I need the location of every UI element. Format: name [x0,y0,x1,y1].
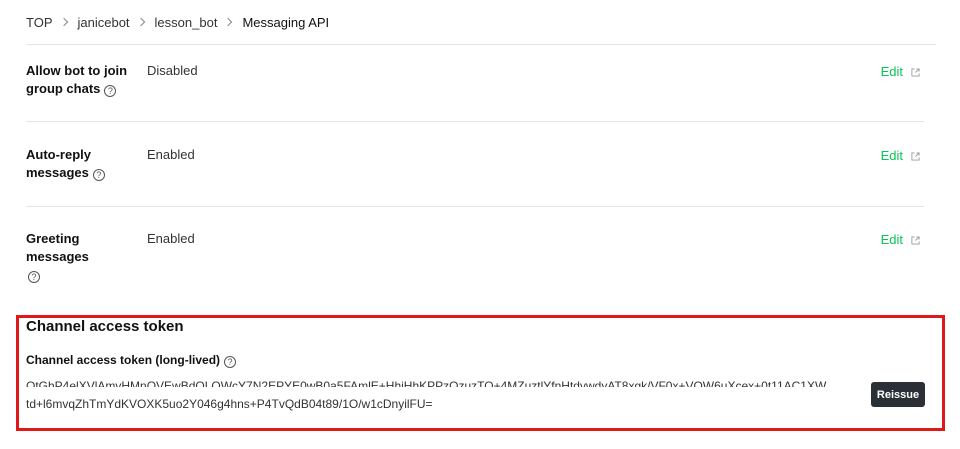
chevron-right-icon [59,17,68,27]
breadcrumb-provider[interactable]: janicebot [78,15,130,30]
setting-value: Disabled [147,63,198,78]
setting-row-greeting: Greeting messages? Enabled Edit [26,230,924,283]
setting-row-group-chats: Allow bot to join group chats? Disabled … [26,62,924,112]
divider [26,206,924,207]
edit-group-chats-link[interactable]: Edit [881,63,920,81]
edit-greeting-link[interactable]: Edit [881,231,920,249]
edit-label: Edit [880,64,903,79]
breadcrumb-current: Messaging API [242,14,330,30]
channel-access-token-section: Channel access token Channel access toke… [16,315,945,431]
question-circle-icon[interactable]: ? [104,85,117,97]
chevron-right-icon [136,17,145,27]
setting-row-auto-reply: Auto-reply messages? Enabled Edit [26,146,924,196]
setting-value: Enabled [147,231,195,246]
breadcrumb-top[interactable]: TOP [26,15,53,30]
setting-value: Enabled [147,147,195,162]
token-line-1: OtGhP4elXVlAmvHMnOVEwBdOLOWcY7N2EPYE0wB0… [26,379,827,387]
edit-label: Edit [880,148,903,163]
edit-auto-reply-link[interactable]: Edit [881,147,920,165]
question-circle-icon[interactable]: ? [28,271,40,283]
setting-label: Allow bot to join group chats? [26,62,142,98]
chevron-right-icon [224,17,233,27]
divider [26,44,936,45]
token-line-2: td+l6mvqZhTmYdKVOXK5uo2Y046g4hns+P4TvQdB… [26,399,433,411]
external-link-icon [911,151,920,161]
setting-label: Greeting messages? [26,230,142,284]
divider [26,121,924,122]
external-link-icon [911,67,920,77]
setting-label: Auto-reply messages? [26,146,116,182]
setting-label-text: Greeting messages [26,231,89,264]
messaging-api-settings-page: TOP janicebot lesson_bot Messaging API A… [0,0,960,449]
edit-label: Edit [880,232,903,247]
breadcrumb: TOP janicebot lesson_bot Messaging API [26,14,329,30]
section-title: Channel access token [26,318,184,335]
token-subtitle: Channel access token (long-lived)? [26,353,237,368]
question-circle-icon[interactable]: ? [224,356,237,368]
question-circle-icon[interactable]: ? [92,169,105,181]
token-subtitle-text: Channel access token (long-lived) [26,353,221,367]
setting-label-text: Auto-reply messages [26,147,91,180]
breadcrumb-channel[interactable]: lesson_bot [155,15,218,30]
external-link-icon [911,235,920,245]
token-value[interactable]: OtGhP4elXVlAmvHMnOVEwBdOLOWcY7N2EPYE0wB0… [26,377,846,415]
reissue-button[interactable]: Reissue [871,382,925,407]
